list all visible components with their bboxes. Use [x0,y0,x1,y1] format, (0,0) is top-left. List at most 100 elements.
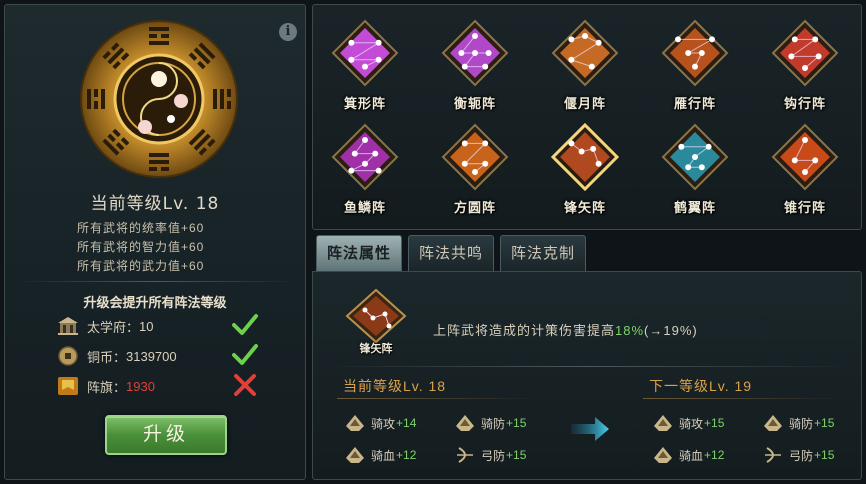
stat-name: 弓防 [789,448,814,463]
formation-detail-panel: 锋矢阵 上阵武将造成的计策伤害提高18%(→19%) 当前等级Lv. 18 下一… [312,271,862,480]
formation-card[interactable]: 方圆阵 [427,117,523,221]
check-icon [232,344,258,365]
formation-effect: 上阵武将造成的计策伤害提高18%(→19%) [433,320,698,339]
stat-item: 骑防 +15 [455,412,526,434]
requirement-label: 铜币： [87,349,127,365]
effect-prefix: 上阵武将造成的计策伤害提高 [433,323,616,338]
stat-value: +14 [396,416,417,430]
formation-card[interactable]: 锥行阵 [757,117,853,221]
stat-item: 骑攻 +15 [653,412,724,434]
requirement-academy: 太学府： 10 [57,315,153,337]
formation-card[interactable]: 衡轭阵 [427,13,523,117]
stat-item: 骑攻 +14 [345,412,416,434]
stat-value: +15 [814,416,835,430]
formation-name: 鱼鳞阵 [343,200,386,215]
academy-icon [58,317,78,335]
current-level-label: 当前等级Lv. 18 [343,378,447,394]
requirement-value: 1930 [126,378,155,394]
selected-formation-name: 锋矢阵 [359,343,393,355]
divider [323,366,851,367]
cross-icon [234,374,256,396]
stat-name: 弓防 [481,448,506,463]
banner-icon [58,377,78,395]
arrow-right-icon [571,417,609,441]
stat-value: +12 [704,448,725,462]
cavalry-attack-icon [346,415,364,431]
bagua-emblem-icon [80,20,238,178]
formation-icon [771,123,839,191]
stat-value: +15 [814,448,835,462]
formation-icon [331,19,399,87]
formation-name: 雁行阵 [673,96,716,111]
formation-card[interactable]: 箕形阵 [317,13,413,117]
archer-defense-icon [765,447,781,463]
bonus-line: 所有武将的武力值+60 [77,259,205,273]
bonus-line: 所有武将的统率值+60 [77,221,205,235]
archer-defense-icon [457,447,473,463]
formation-name: 偃月阵 [563,96,606,111]
requirement-label: 阵旗： [87,379,127,395]
formation-icon [441,123,509,191]
requirement-value: 3139700 [126,348,177,364]
requirement-label: 太学府： [87,319,140,335]
requirement-coin: 铜币： 3139700 [57,345,177,367]
next-level-label: 下一等级Lv. 19 [649,378,753,394]
formation-icon [551,123,619,191]
formation-icon [661,123,729,191]
formation-icon [331,123,399,191]
formation-level-panel: i 当前等级Lv. 18 所有武将的统率值+60 所有武将的智力值+60 所有武… [4,4,306,480]
coin-icon [58,346,78,366]
formation-card[interactable]: 锋矢阵 [537,117,633,221]
stat-item: 弓防 +15 [455,444,526,466]
stat-name: 骑攻 [679,416,704,431]
cavalry-defense-icon [456,415,474,431]
formation-card[interactable]: 鱼鳞阵 [317,117,413,221]
cavalry-defense-icon [764,415,782,431]
formation-icon [441,19,509,87]
formation-icon [771,19,839,87]
upgrade-button[interactable]: 升级 [105,415,227,455]
formation-name: 鹤翼阵 [673,200,716,215]
cavalry-attack-icon [654,415,672,431]
stat-value: +12 [396,448,417,462]
upgrade-note: 升级会提升所有阵法等级 [83,295,227,310]
info-icon[interactable]: i [279,23,297,41]
current-level-title: 当前等级Lv. 18 [90,194,220,214]
formation-card[interactable]: 鹤翼阵 [647,117,743,221]
stat-name: 骑血 [679,448,704,463]
tab-formation-resonance[interactable]: 阵法共鸣 [408,235,495,271]
stat-name: 骑攻 [371,416,396,431]
formation-card[interactable]: 雁行阵 [647,13,743,117]
stat-item: 骑防 +15 [763,412,834,434]
cavalry-hp-icon [346,447,364,463]
formation-icon [551,19,619,87]
cavalry-hp-icon [654,447,672,463]
requirement-value: 10 [139,318,154,334]
formation-name: 衡轭阵 [453,96,496,111]
divider [15,281,295,282]
formation-name: 锋矢阵 [563,200,606,215]
formation-icon [661,19,729,87]
formation-card[interactable]: 钩行阵 [757,13,853,117]
formation-grid: 箕形阵 衡轭阵 偃月阵 雁行阵 钩行阵鱼鳞阵 方圆阵 锋矢阵 鹤翼阵 锥行阵 [312,4,862,230]
stat-value: +15 [506,416,527,430]
check-icon [232,314,258,335]
stat-name: 骑血 [371,448,396,463]
formation-name: 方圆阵 [453,200,496,215]
effect-next: (→19%) [644,323,698,338]
formation-name: 箕形阵 [343,96,386,111]
stat-value: +15 [506,448,527,462]
effect-current: 18% [615,323,645,338]
tab-formation-counter[interactable]: 阵法克制 [500,235,587,271]
divider [337,398,537,399]
formation-card[interactable]: 偃月阵 [537,13,633,117]
stat-value: +15 [704,416,725,430]
selected-formation: 锋矢阵 [343,288,409,358]
selected-formation-icon [345,288,407,344]
stat-item: 骑血 +12 [653,444,724,466]
bonus-list: 所有武将的统率值+60 所有武将的智力值+60 所有武将的武力值+60 [77,219,204,276]
stat-name: 骑防 [481,416,506,431]
tab-formation-attributes[interactable]: 阵法属性 [316,235,403,271]
formation-name: 锥行阵 [783,200,826,215]
tab-bar: 阵法属性 阵法共鸣 阵法克制 [316,235,587,271]
